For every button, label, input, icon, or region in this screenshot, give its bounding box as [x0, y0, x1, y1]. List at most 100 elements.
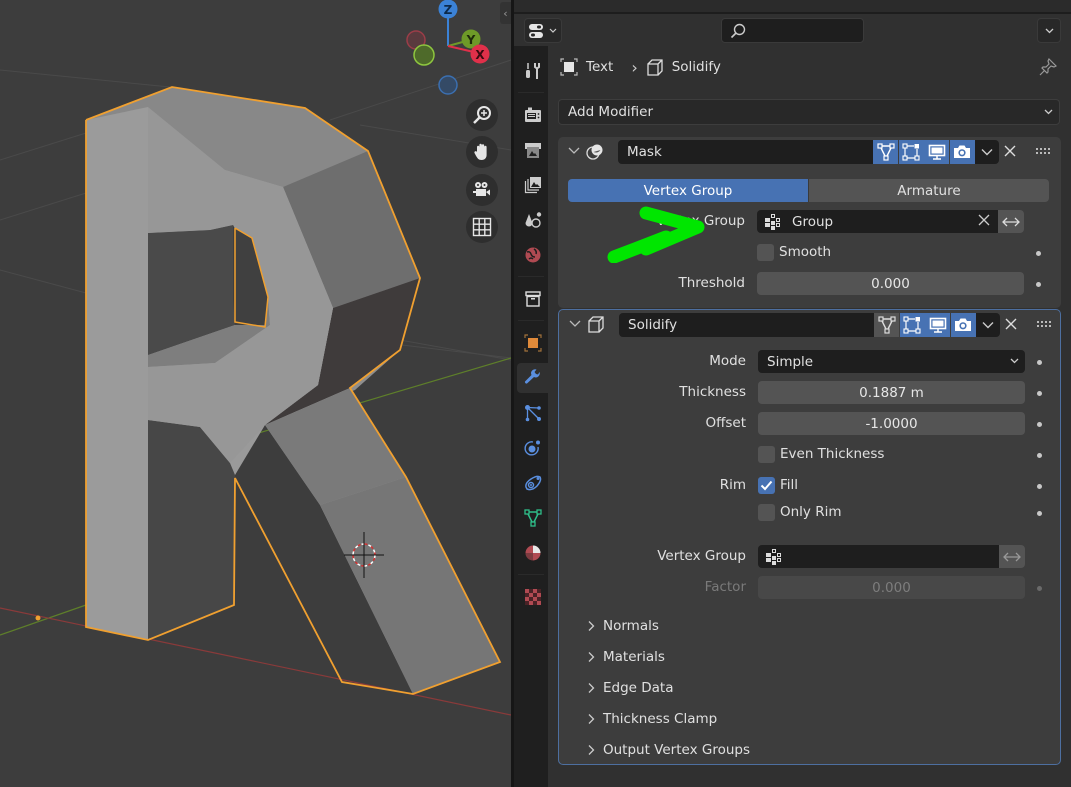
- collapse-chevron-icon[interactable]: [568, 146, 580, 156]
- chevron-left-icon: ‹: [503, 6, 508, 20]
- threshold-field[interactable]: 0.000: [757, 272, 1024, 295]
- edit-mode-toggle[interactable]: [898, 140, 924, 164]
- thickness-field[interactable]: 0.1887 m: [758, 381, 1025, 404]
- mode-value: Simple: [767, 353, 814, 370]
- tab-constraints[interactable]: [517, 468, 548, 498]
- rim-fill-row: Rim Fill: [559, 474, 1060, 498]
- data-icon: [523, 509, 542, 527]
- drag-grip-icon[interactable]: [1037, 321, 1052, 327]
- keyframe-dot[interactable]: [1037, 484, 1042, 489]
- world-icon: [525, 247, 540, 263]
- monitor-icon: [929, 317, 946, 333]
- tab-view-layer[interactable]: [517, 170, 548, 200]
- options-dropdown[interactable]: [1037, 18, 1061, 43]
- tab-collection[interactable]: [517, 284, 548, 314]
- camera-view-icon: [473, 182, 490, 196]
- gizmo-neg-y[interactable]: [413, 44, 435, 66]
- solidify-vertex-group-field[interactable]: [758, 545, 999, 568]
- edit-mode-toggle[interactable]: [899, 313, 925, 337]
- tab-physics[interactable]: [517, 433, 548, 463]
- keyframe-dot[interactable]: [1036, 251, 1041, 256]
- smooth-checkbox[interactable]: [757, 244, 774, 261]
- keyframe-dot[interactable]: [1037, 453, 1042, 458]
- edit-cage-toggle[interactable]: [873, 140, 898, 164]
- keyframe-dot[interactable]: [1037, 586, 1042, 591]
- camera-view-button[interactable]: [466, 174, 498, 206]
- keyframe-dot[interactable]: [1036, 282, 1041, 287]
- subpanel-thickness-clamp[interactable]: Thickness Clamp: [587, 708, 717, 730]
- constraints-icon: [524, 475, 541, 491]
- mask-name-input[interactable]: Mask: [618, 140, 873, 164]
- thickness-row: Thickness 0.1887 m: [559, 381, 1060, 405]
- pin-button[interactable]: [1039, 57, 1058, 80]
- keyframe-dot[interactable]: [1037, 422, 1042, 427]
- drag-grip-icon[interactable]: [1036, 148, 1051, 154]
- keyframe-dot[interactable]: [1037, 360, 1042, 365]
- keyframe-dot[interactable]: [1037, 391, 1042, 396]
- pan-button[interactable]: [466, 136, 498, 168]
- offset-label: Offset: [705, 415, 746, 431]
- gizmo-neg-z[interactable]: [438, 75, 458, 95]
- ortho-toggle-button[interactable]: [466, 211, 498, 243]
- mask-extras-dropdown[interactable]: [975, 140, 999, 164]
- zoom-button[interactable]: [466, 99, 498, 131]
- edit-mode-icon: [902, 143, 920, 161]
- chevron-down-icon: [1044, 109, 1053, 115]
- collapse-chevron-icon[interactable]: [569, 319, 581, 329]
- invert-vertex-group-button[interactable]: [999, 545, 1025, 568]
- invert-vertex-group-button[interactable]: [998, 210, 1024, 233]
- tab-material[interactable]: [517, 538, 548, 568]
- tab-render[interactable]: [517, 100, 548, 130]
- tab-tool[interactable]: [517, 56, 548, 86]
- tab-particles[interactable]: [517, 398, 548, 428]
- only-rim-checkbox[interactable]: [758, 504, 775, 521]
- subpanel-edge-data[interactable]: Edge Data: [587, 677, 674, 699]
- subpanel-label: Materials: [603, 649, 665, 665]
- mask-visibility-toggles: [873, 140, 999, 164]
- tab-object[interactable]: [517, 328, 548, 358]
- keyframe-dot[interactable]: [1037, 511, 1042, 516]
- mode-tab-armature[interactable]: Armature: [808, 179, 1049, 202]
- offset-field[interactable]: -1.0000: [758, 412, 1025, 435]
- svg-text:X: X: [475, 48, 485, 62]
- fill-checkbox[interactable]: [758, 477, 775, 494]
- navigation-gizmo[interactable]: Z Y X: [406, 0, 490, 95]
- add-modifier-dropdown[interactable]: Add Modifier: [558, 99, 1060, 125]
- tab-modifiers[interactable]: [517, 363, 548, 393]
- clear-field-icon[interactable]: [978, 214, 990, 226]
- mode-dropdown[interactable]: Simple: [758, 350, 1025, 373]
- even-thickness-checkbox[interactable]: [758, 446, 775, 463]
- render-toggle[interactable]: [949, 140, 975, 164]
- solidify-name-input[interactable]: Solidify: [619, 313, 874, 337]
- vertex-group-value: Group: [792, 213, 834, 230]
- 3d-viewport[interactable]: Z Y X ‹: [0, 0, 511, 787]
- chevron-down-icon: [1045, 28, 1053, 33]
- camera-icon: [954, 145, 970, 158]
- object-icon: [560, 58, 578, 76]
- tab-data[interactable]: [517, 503, 548, 533]
- mask-vertex-group-field[interactable]: Group: [757, 210, 998, 233]
- subpanel-normals[interactable]: Normals: [587, 615, 659, 637]
- remove-solidify-icon[interactable]: [1005, 318, 1017, 330]
- viewport-display-toggle[interactable]: [925, 313, 950, 337]
- sidebar-toggle[interactable]: ‹: [500, 2, 511, 24]
- chevron-down-icon: [549, 28, 557, 33]
- factor-field[interactable]: 0.000: [758, 576, 1025, 599]
- tab-scene[interactable]: [517, 205, 548, 235]
- letter-r-mesh[interactable]: [85, 86, 502, 695]
- tab-output[interactable]: [517, 135, 548, 165]
- subpanel-output-vertex-groups[interactable]: Output Vertex Groups: [587, 739, 750, 761]
- scene-icon: [525, 212, 541, 228]
- subpanel-materials[interactable]: Materials: [587, 646, 665, 668]
- render-toggle[interactable]: [950, 313, 976, 337]
- collection-icon: [524, 291, 541, 307]
- edit-cage-toggle[interactable]: [874, 313, 899, 337]
- tab-world[interactable]: [517, 240, 548, 270]
- editor-type-button[interactable]: [524, 18, 562, 43]
- solidify-extras-dropdown[interactable]: [976, 313, 1000, 337]
- search-input[interactable]: [721, 18, 864, 43]
- viewport-display-toggle[interactable]: [924, 140, 949, 164]
- mode-tab-vertex-group[interactable]: Vertex Group: [568, 179, 808, 202]
- remove-mask-icon[interactable]: [1004, 145, 1016, 157]
- tab-texture[interactable]: [517, 582, 548, 612]
